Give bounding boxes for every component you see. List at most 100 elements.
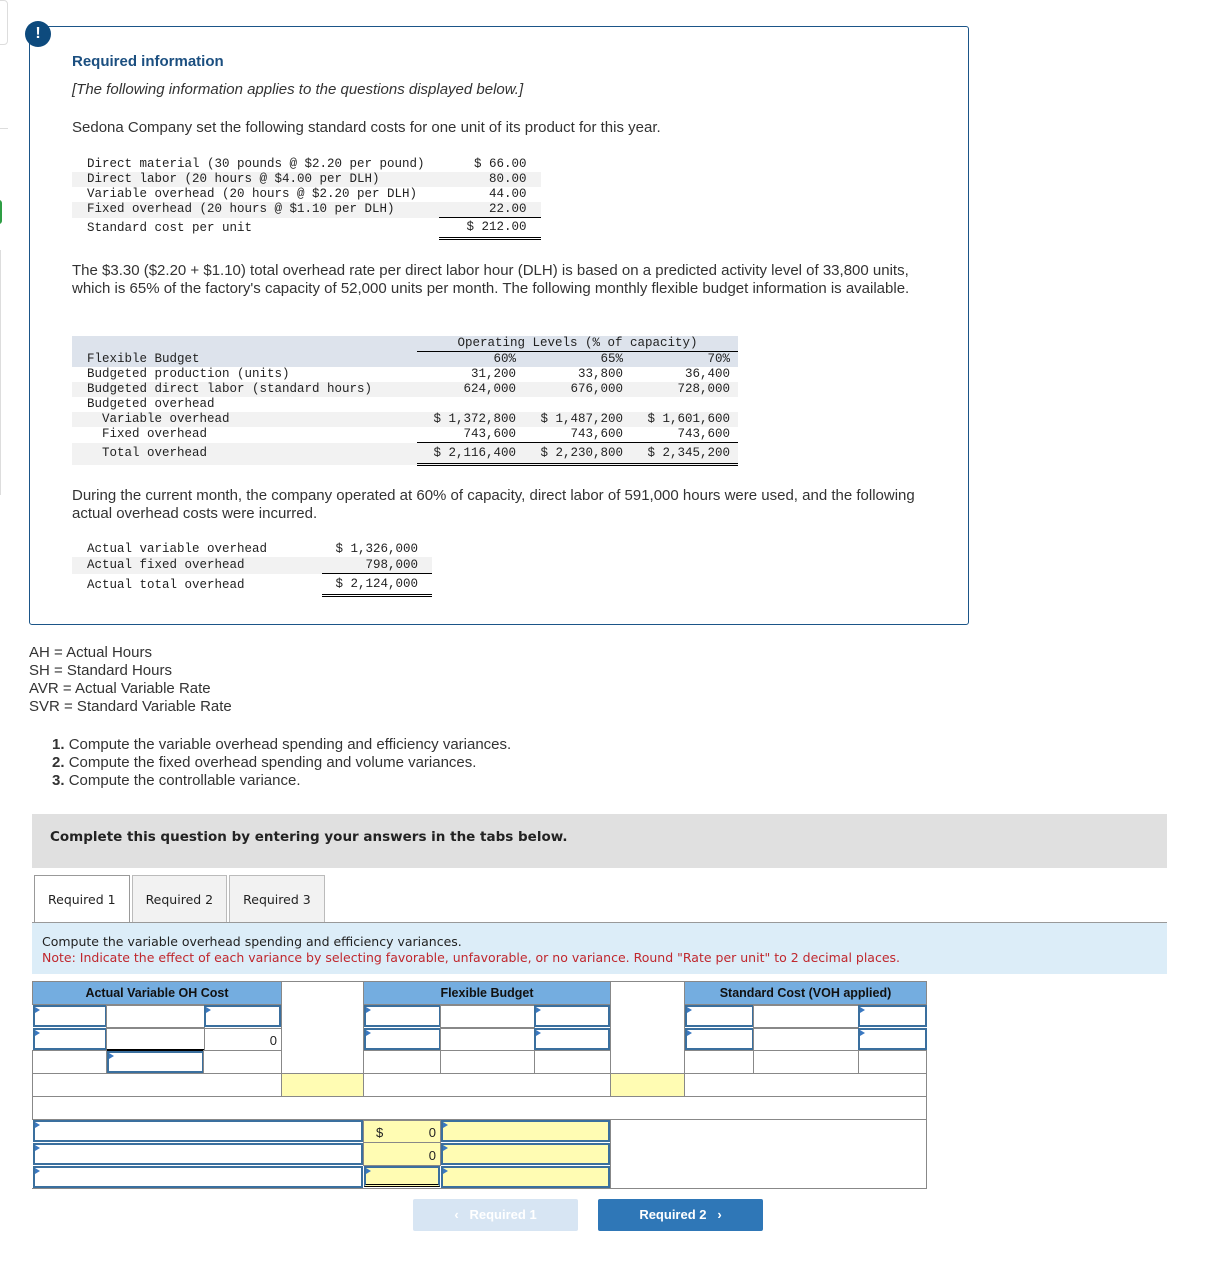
instructions-panel: Compute the variable overhead spending a… bbox=[32, 923, 1167, 974]
table-row: Direct labor (20 hours @ $4.00 per DLH) 8… bbox=[72, 172, 541, 187]
flex-hours-input[interactable] bbox=[364, 1005, 441, 1027]
actual-overhead-table: Actual variable overhead $ 1,326,000 Actu… bbox=[72, 541, 432, 597]
legend-item: AVR = Actual Variable Rate bbox=[29, 680, 211, 697]
flex-row2-input-a[interactable] bbox=[364, 1028, 441, 1050]
alert-icon: ! bbox=[25, 21, 51, 47]
worksheet-cell bbox=[684, 1073, 927, 1097]
table-row: Direct material (30 pounds @ $2.20 per p… bbox=[87, 157, 527, 171]
flexible-budget-table: Operating Levels (% of capacity) Flexibl… bbox=[72, 336, 738, 466]
sidebar-divider bbox=[0, 128, 8, 129]
instruction-text: Compute the variable overhead spending a… bbox=[42, 934, 462, 949]
chevron-left-icon: ‹ bbox=[454, 1207, 459, 1222]
info-intro: Sedona Company set the following standar… bbox=[72, 119, 661, 136]
table-row: Actual variable overhead $ 1,326,000 bbox=[87, 542, 418, 556]
standard-cost-table: Direct material (30 pounds @ $2.20 per p… bbox=[72, 157, 541, 240]
table-row: Budgeted production (units) 31,200 33,80… bbox=[87, 367, 730, 381]
worksheet-cell bbox=[610, 1119, 927, 1189]
std-row2-input-a[interactable] bbox=[685, 1028, 754, 1050]
operating-levels-header: Operating Levels (% of capacity) bbox=[417, 336, 738, 352]
worksheet-cell bbox=[363, 1073, 611, 1097]
actual-hours-input[interactable] bbox=[33, 1005, 107, 1027]
actual-total-value: 0 bbox=[269, 1033, 277, 1048]
table-row: Variable overhead (20 hours @ $2.20 per … bbox=[87, 187, 527, 201]
tab-required-2[interactable]: Required 2 bbox=[131, 875, 228, 923]
worksheet-cell bbox=[753, 1050, 859, 1074]
table-row-total: Actual total overhead $ 2,124,000 bbox=[72, 573, 432, 597]
worksheet-cell bbox=[203, 1050, 282, 1074]
prev-required-button[interactable]: ‹ Required 1 bbox=[413, 1199, 578, 1231]
std-rate-input[interactable] bbox=[858, 1005, 927, 1027]
summary-label-input-3[interactable] bbox=[33, 1166, 363, 1188]
actual-rate-input[interactable] bbox=[204, 1005, 281, 1027]
flex-row2-input-b[interactable] bbox=[534, 1028, 610, 1050]
sidebar-border bbox=[0, 250, 1, 495]
table-row: Budgeted overhead bbox=[87, 397, 215, 411]
summary-effect-select-1[interactable] bbox=[441, 1120, 610, 1142]
sidebar-status-indicator bbox=[0, 200, 2, 224]
sidebar-fragment bbox=[0, 0, 8, 45]
question-item: 3. Compute the controllable variance. bbox=[52, 772, 301, 789]
table-row-total: Total overhead $ 2,116,400 $ 2,230,800 $… bbox=[72, 442, 738, 466]
std-row2-input-b[interactable] bbox=[858, 1028, 927, 1050]
worksheet-cell bbox=[106, 1005, 205, 1028]
worksheet-cell bbox=[32, 1096, 927, 1120]
worksheet-cell bbox=[440, 1050, 535, 1074]
tab-bar: Required 1 Required 2 Required 3 bbox=[34, 875, 327, 923]
summary-label-input-1[interactable] bbox=[33, 1120, 363, 1142]
efficiency-variance-result bbox=[610, 1073, 685, 1097]
info-paragraph-actual: During the current month, the company op… bbox=[72, 487, 915, 522]
spacer-cell bbox=[281, 981, 364, 1074]
summary-value-2: 0 bbox=[363, 1142, 441, 1166]
worksheet-bottom-border bbox=[32, 1188, 927, 1189]
spending-variance-result bbox=[281, 1073, 364, 1097]
table-row: Fixed overhead 743,600 743,600 743,600 bbox=[72, 427, 738, 443]
worksheet-cell bbox=[363, 1050, 441, 1074]
header-flexible-budget: Flexible Budget bbox=[363, 981, 611, 1005]
tab-required-1[interactable]: Required 1 bbox=[34, 875, 130, 923]
summary-effect-select-2[interactable] bbox=[441, 1143, 610, 1165]
instruction-note: Note: Indicate the effect of each varian… bbox=[42, 950, 901, 965]
abbreviation-legend: AH = Actual Hours SH = Standard Hours AV… bbox=[29, 644, 232, 716]
header-actual-variable-oh-cost: Actual Variable OH Cost bbox=[32, 981, 282, 1005]
table-row: Variable overhead $ 1,372,800 $ 1,487,20… bbox=[72, 412, 738, 427]
std-hours-input[interactable] bbox=[685, 1005, 754, 1027]
spacer-cell bbox=[610, 981, 685, 1074]
question-item: 1. Compute the variable overhead spendin… bbox=[52, 736, 512, 753]
worksheet-cell bbox=[858, 1050, 927, 1074]
table-header-row: Flexible Budget 60% 65% 70% bbox=[72, 351, 738, 367]
actual-row3-input[interactable] bbox=[107, 1051, 204, 1073]
complete-question-banner: Complete this question by entering your … bbox=[32, 814, 1167, 868]
info-paragraph-rate: The $3.30 ($2.20 + $1.10) total overhead… bbox=[72, 262, 910, 297]
worksheet-cell bbox=[32, 1073, 282, 1097]
chevron-right-icon: › bbox=[717, 1207, 722, 1222]
flex-rate-input[interactable] bbox=[534, 1005, 610, 1027]
worksheet-cell bbox=[106, 1028, 205, 1051]
legend-item: SVR = Standard Variable Rate bbox=[29, 698, 232, 715]
table-header-row: Operating Levels (% of capacity) bbox=[72, 336, 738, 352]
summary-label-input-2[interactable] bbox=[33, 1143, 363, 1165]
table-row: Actual fixed overhead 798,000 bbox=[72, 557, 432, 574]
info-subtitle: [The following information applies to th… bbox=[72, 81, 524, 98]
table-row: Fixed overhead (20 hours @ $1.10 per DLH… bbox=[72, 202, 541, 218]
worksheet-cell bbox=[440, 1005, 535, 1028]
question-item: 2. Compute the fixed overhead spending a… bbox=[52, 754, 477, 771]
summary-total-input[interactable] bbox=[364, 1166, 440, 1187]
worksheet-cell bbox=[753, 1028, 859, 1051]
summary-effect-select-3[interactable] bbox=[441, 1166, 610, 1188]
question-list: 1. Compute the variable overhead spendin… bbox=[52, 736, 511, 790]
next-required-button[interactable]: Required 2 › bbox=[598, 1199, 763, 1231]
legend-item: AH = Actual Hours bbox=[29, 644, 152, 661]
actual-row2-input[interactable] bbox=[33, 1028, 107, 1050]
worksheet-cell bbox=[534, 1050, 611, 1074]
worksheet-cell bbox=[32, 1050, 107, 1074]
complete-prompt: Complete this question by entering your … bbox=[50, 829, 568, 845]
info-title: Required information bbox=[72, 53, 224, 70]
summary-value-1: $ 0 bbox=[363, 1120, 441, 1143]
table-row-total: Standard cost per unit $ 212.00 bbox=[72, 217, 541, 240]
tab-required-3[interactable]: Required 3 bbox=[229, 875, 325, 923]
worksheet-cell bbox=[684, 1050, 754, 1074]
header-standard-cost: Standard Cost (VOH applied) bbox=[684, 981, 927, 1005]
table-row: Budgeted direct labor (standard hours) 6… bbox=[72, 382, 738, 397]
actual-total-cell: 0 bbox=[204, 1028, 282, 1051]
legend-item: SH = Standard Hours bbox=[29, 662, 172, 679]
